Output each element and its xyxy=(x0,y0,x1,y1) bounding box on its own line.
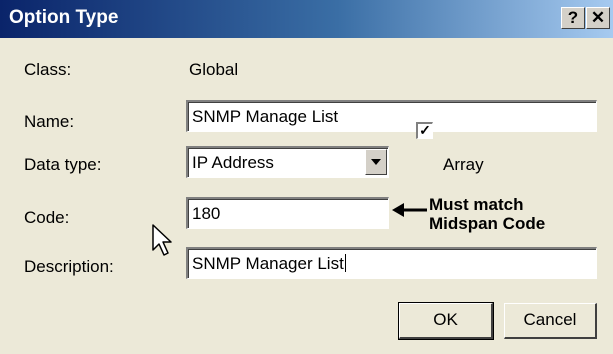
array-label[interactable]: Array xyxy=(443,155,484,175)
array-checkbox[interactable]: ✓ xyxy=(416,122,433,139)
help-icon[interactable]: ? xyxy=(561,7,585,29)
close-icon[interactable]: ✕ xyxy=(586,7,610,29)
name-label: Name: xyxy=(24,112,75,131)
code-label: Code: xyxy=(24,208,70,227)
window-title: Option Type xyxy=(9,7,119,28)
datatype-label: Data type: xyxy=(24,155,102,174)
title-bar: Option Type ? ✕ xyxy=(0,0,613,38)
description-input-value: SNMP Manager List xyxy=(192,254,344,273)
name-input[interactable]: SNMP Manage List xyxy=(186,100,597,132)
cancel-button[interactable]: Cancel xyxy=(504,303,597,339)
datatype-select[interactable]: IP Address xyxy=(186,146,389,178)
description-label: Description: xyxy=(24,257,114,276)
code-input[interactable]: 180 xyxy=(186,197,389,229)
annotation-note: Must match Midspan Code xyxy=(429,195,545,233)
text-caret xyxy=(344,254,346,272)
checkmark-icon: ✓ xyxy=(419,122,431,138)
ok-button[interactable]: OK xyxy=(398,302,494,340)
arrow-left-icon xyxy=(392,203,427,217)
class-value: Global xyxy=(189,60,239,79)
class-label: Class: xyxy=(24,60,72,79)
annotation-line-1: Must match xyxy=(429,195,524,214)
annotation-line-2: Midspan Code xyxy=(429,214,546,233)
code-input-value: 180 xyxy=(192,204,221,223)
datatype-select-value: IP Address xyxy=(192,153,274,172)
description-input[interactable]: SNMP Manager List xyxy=(186,247,597,279)
chevron-down-icon[interactable] xyxy=(365,149,387,175)
name-input-value: SNMP Manage List xyxy=(192,107,339,126)
mouse-pointer-icon xyxy=(152,224,172,256)
